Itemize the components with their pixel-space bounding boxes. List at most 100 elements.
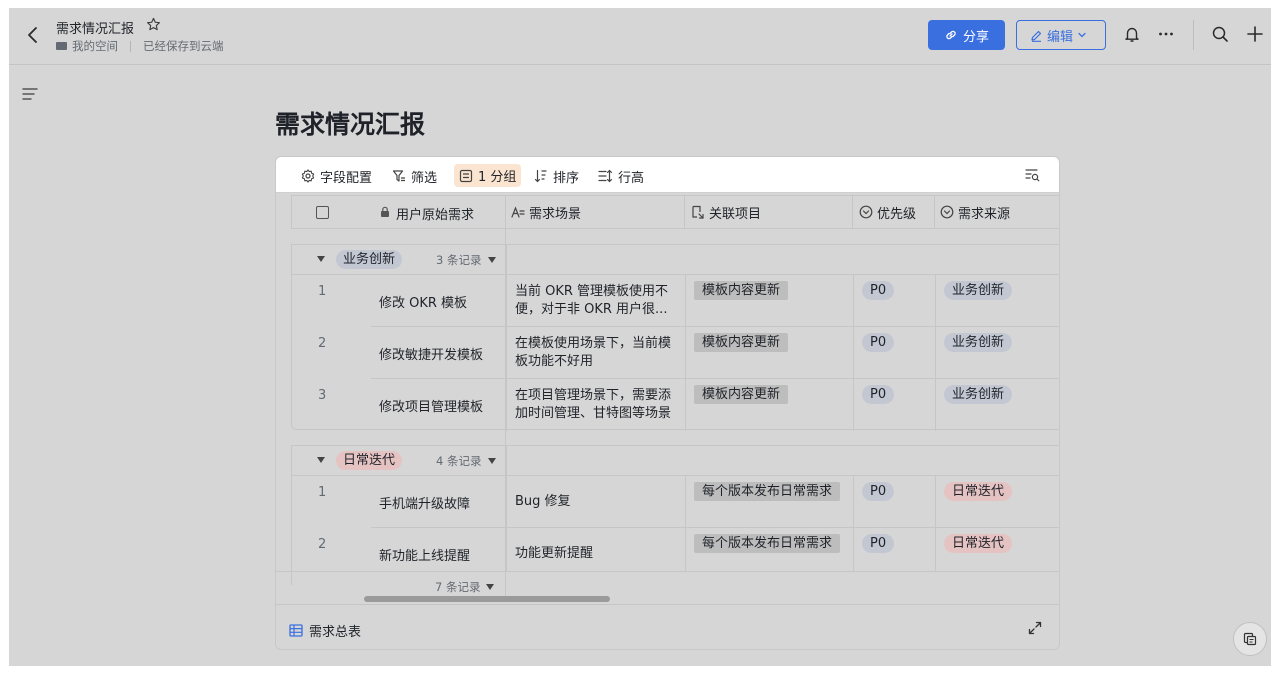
column-header-source-cell[interactable]: 需求来源 [935,196,1059,228]
cell-source-tag[interactable]: 日常迭代 [944,534,1013,553]
copy-icon [1243,632,1257,646]
cell-divider [685,327,686,379]
sheet-name: 需求总表 [309,625,362,640]
cell-source-tag[interactable]: 日常迭代 [944,482,1013,501]
share-button[interactable]: 分享 [928,20,1005,50]
cell-user-req[interactable]: 修改 OKR 模板 [379,275,467,327]
select-all-checkbox[interactable] [316,206,329,219]
collapse-caret-icon[interactable] [317,256,325,262]
cell-source-tag[interactable]: 业务创新 [944,281,1013,300]
collapse-caret-icon[interactable] [317,457,325,463]
single-select-icon [940,205,954,219]
cell-project-tag[interactable]: 模板内容更新 [694,333,789,352]
cell-divider [685,379,686,431]
top-bar: 需求情况汇报 我的空间 已经保存到云端 分享 编辑 [9,8,1271,65]
folder-icon [56,42,67,50]
cell-user-req[interactable]: 修改敏捷开发模板 [379,327,483,379]
edit-button[interactable]: 编辑 [1016,20,1106,50]
back-icon[interactable] [23,25,43,45]
expand-icon[interactable] [1028,621,1042,639]
cell-divider [935,379,936,431]
row-index: 2 [318,336,327,351]
cell-divider [685,528,686,572]
group-button[interactable]: 1 分组 [454,164,522,187]
column-header-scene-cell[interactable]: 需求场景 [506,196,685,228]
cell-project-tag[interactable]: 模板内容更新 [694,281,789,300]
doc-title: 需求情况汇报 [56,22,135,37]
row-index: 1 [318,284,327,299]
row-height-button[interactable]: 行高 [598,166,644,186]
link-record-icon [692,205,704,219]
column-header-priority-cell[interactable]: 优先级 [853,196,935,228]
cell-user-req[interactable]: 修改项目管理模板 [379,379,483,431]
group-header[interactable]: 业务创新 3 条记录 [292,245,1059,275]
cell-scene[interactable]: 功能更新提醒 [515,528,680,580]
table-row[interactable]: 2 新功能上线提醒 功能更新提醒 每个版本发布日常需求 P0 日常迭代 [292,528,1059,572]
bell-icon[interactable] [1121,23,1143,45]
column-header-source: 需求来源 [958,206,1011,222]
cell-scene[interactable]: Bug 修复 [515,476,680,528]
horizontal-scrollbar[interactable] [364,596,610,602]
group-section: 业务创新 3 条记录 1 修改 OKR 模板 当前 OKR 管理模板使用不便，对… [291,244,1059,431]
sort-button[interactable]: 排序 [534,166,579,186]
cell-user-req[interactable]: 新功能上线提醒 [379,528,470,580]
search-icon[interactable] [1209,23,1231,45]
comment-float-button[interactable] [1233,622,1267,656]
star-icon[interactable] [146,17,161,36]
link-icon [946,30,956,40]
cell-scene[interactable]: 当前 OKR 管理模板使用不便，对于非 OKR 用户很... [515,275,680,327]
column-header-project-cell[interactable]: 关联项目 [685,196,853,228]
table-row[interactable]: 3 修改项目管理模板 在项目管理场景下，需要添加时间管理、甘特图等场景 模板内容… [292,379,1059,431]
header-primary-cell: 用户原始需求 [292,196,506,228]
group-icon [459,169,473,182]
add-icon[interactable] [1244,23,1266,45]
table-row[interactable]: 1 修改 OKR 模板 当前 OKR 管理模板使用不便，对于非 OKR 用户很.… [292,275,1059,327]
table-row[interactable]: 1 手机端升级故障 Bug 修复 每个版本发布日常需求 P0 日常迭代 [292,476,1059,528]
table-card: 字段配置 筛选 1 分组 排序 行高 用户原始需求 需求场景 关联项目 优先级 … [275,156,1060,650]
column-header-user-req[interactable]: 用户原始需求 [396,204,474,223]
cell-priority-tag[interactable]: P0 [862,333,895,352]
table-icon [289,624,303,637]
table-row[interactable]: 2 修改敏捷开发模板 在模板使用场景下，当前模板功能不好用 模板内容更新 P0 … [292,327,1059,379]
cell-project-tag[interactable]: 每个版本发布日常需求 [694,482,841,501]
group-count-caret-icon[interactable] [488,257,496,263]
filter-label: 筛选 [411,170,438,186]
breadcrumb-space[interactable]: 我的空间 [72,38,118,54]
cell-user-req[interactable]: 手机端升级故障 [379,476,470,528]
field-config-button[interactable]: 字段配置 [301,166,372,186]
cell-source-tag[interactable]: 业务创新 [944,385,1013,404]
sheet-tab[interactable]: 需求总表 [289,621,361,640]
total-count-caret-icon[interactable] [486,584,494,590]
outline-icon[interactable] [22,87,38,101]
cell-priority-tag[interactable]: P0 [862,534,895,553]
edit-label: 编辑 [1046,29,1073,45]
more-icon[interactable] [1155,23,1177,45]
share-label: 分享 [962,29,989,45]
cell-project-tag[interactable]: 每个版本发布日常需求 [694,534,841,553]
cell-divider [853,275,854,327]
cell-scene[interactable]: 在项目管理场景下，需要添加时间管理、甘特图等场景 [515,379,680,431]
cell-source-tag[interactable]: 业务创新 [944,333,1013,352]
cell-priority-tag[interactable]: P0 [862,385,895,404]
group-count-caret-icon[interactable] [488,458,496,464]
filter-icon [392,170,405,182]
search-records-icon[interactable] [1025,168,1040,186]
cell-divider [506,528,507,572]
cell-divider [935,327,936,379]
cell-divider [506,476,507,528]
header-divider [1193,20,1194,50]
column-header-project: 关联项目 [709,206,762,222]
group-count: 3 条记录 [436,253,482,267]
cell-divider [853,476,854,528]
row-height-icon [598,169,613,183]
group-header[interactable]: 日常迭代 4 条记录 [292,446,1059,476]
cell-divider [506,327,507,379]
filter-button[interactable]: 筛选 [392,166,437,186]
cell-priority-tag[interactable]: P0 [862,281,895,300]
cell-priority-tag[interactable]: P0 [862,482,895,501]
pencil-icon [1031,30,1042,42]
column-header-scene: 需求场景 [529,206,582,222]
cell-scene[interactable]: 在模板使用场景下，当前模板功能不好用 [515,327,680,379]
cell-project-tag[interactable]: 模板内容更新 [694,385,789,404]
row-height-label: 行高 [618,170,645,186]
